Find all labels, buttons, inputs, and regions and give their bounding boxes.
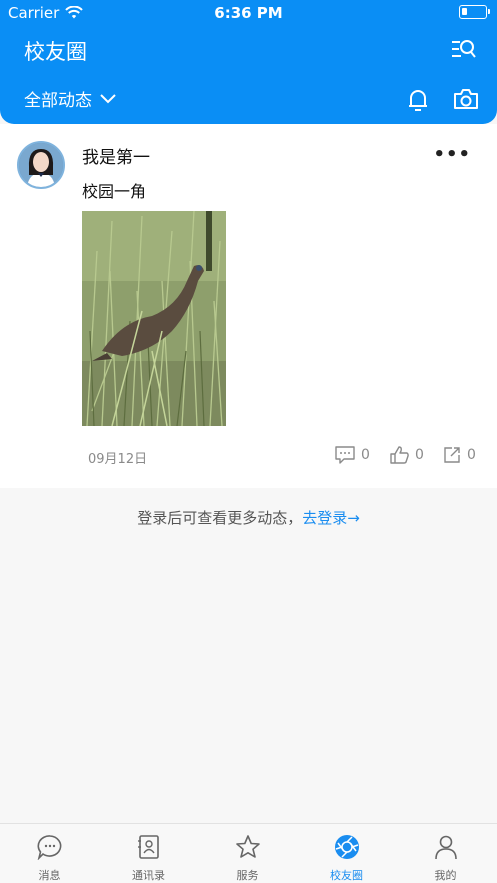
filter-label: 全部动态: [24, 91, 92, 111]
post-photo[interactable]: [82, 211, 226, 426]
battery-icon: [459, 5, 490, 19]
tab-contacts[interactable]: 通讯录: [99, 824, 198, 883]
tab-label: 通讯录: [132, 869, 165, 882]
tab-alumni-circle[interactable]: 校友圈: [297, 824, 396, 883]
peacock-photo: [82, 211, 226, 426]
login-link[interactable]: 去登录→: [302, 509, 360, 527]
aperture-icon: [335, 835, 359, 859]
like-count: 0: [415, 447, 424, 463]
search-list-icon[interactable]: [451, 38, 477, 62]
login-hint-text: 登录后可查看更多动态，: [137, 509, 303, 527]
tab-messages[interactable]: 消息: [0, 824, 99, 883]
comment-count: 0: [361, 447, 370, 463]
chevron-down-icon: [100, 93, 116, 103]
comment-button[interactable]: 0: [335, 446, 370, 464]
comment-icon: [335, 446, 355, 464]
post-date: 09月12日: [88, 452, 148, 467]
status-time: 6:36 PM: [214, 4, 283, 22]
tab-label: 我的: [434, 869, 457, 882]
page-title: 校友圈: [24, 40, 87, 64]
share-button[interactable]: 0: [443, 446, 476, 464]
tab-mine[interactable]: 我的: [396, 824, 495, 883]
bell-icon[interactable]: [407, 88, 429, 112]
avatar-portrait-icon: [19, 143, 63, 187]
chat-bubble-icon: [37, 835, 62, 860]
more-options-icon[interactable]: •••: [433, 144, 471, 165]
like-button[interactable]: 0: [390, 446, 424, 464]
tab-bar: 消息 通讯录 服务 校友圈 我的: [0, 823, 497, 883]
share-count: 0: [467, 447, 476, 463]
tab-services[interactable]: 服务: [198, 824, 297, 883]
person-icon: [435, 835, 457, 860]
header-bar: Carrier 6:36 PM 校友圈 全部动态: [0, 0, 497, 124]
post-author[interactable]: 我是第一: [82, 143, 150, 168]
camera-icon[interactable]: [453, 88, 479, 110]
filter-dropdown[interactable]: 全部动态: [24, 86, 116, 111]
avatar[interactable]: [17, 141, 65, 189]
tab-label: 消息: [38, 869, 61, 882]
thumbs-up-icon: [390, 446, 409, 464]
status-bar: Carrier 6:36 PM: [0, 0, 497, 26]
tab-label: 服务: [236, 869, 259, 882]
post-card[interactable]: 我是第一 ••• 校园一角 09月12日 0 0 0: [0, 124, 497, 488]
contacts-icon: [138, 835, 159, 859]
share-icon: [444, 447, 460, 463]
login-hint: 登录后可查看更多动态，去登录→: [0, 507, 497, 528]
post-content: 校园一角: [82, 182, 147, 201]
tab-label: 校友圈: [330, 869, 363, 882]
star-icon: [236, 835, 260, 858]
